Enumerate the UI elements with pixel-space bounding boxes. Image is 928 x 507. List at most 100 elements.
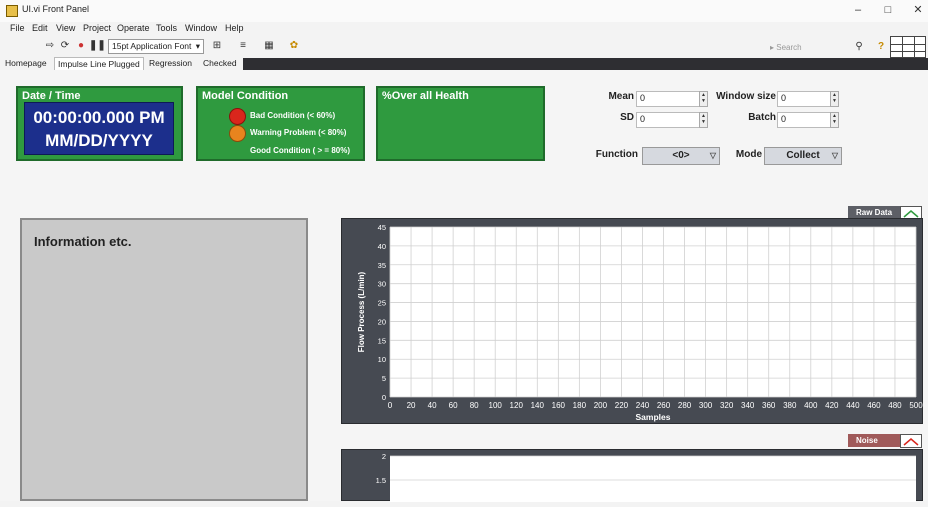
- batch-label: Batch: [748, 112, 776, 123]
- menu-window[interactable]: Window: [185, 23, 217, 33]
- date-value: MM/DD/YYYY: [45, 131, 153, 150]
- function-select[interactable]: <0> ▽: [642, 147, 720, 165]
- menu-tools[interactable]: Tools: [156, 23, 177, 33]
- x-tick-label: 440: [846, 401, 860, 410]
- align-objects-icon[interactable]: ⊞: [210, 40, 224, 52]
- model-condition-box: Model Condition Bad Condition (< 60%) Wa…: [196, 86, 365, 161]
- x-tick-label: 40: [428, 401, 437, 410]
- x-tick-label: 340: [741, 401, 755, 410]
- mean-field[interactable]: 0: [636, 91, 701, 107]
- run-arrow-icon[interactable]: ⇨: [43, 40, 57, 52]
- x-tick-label: 160: [552, 401, 566, 410]
- datetime-box: Date / Time 00:00:00.000 PM MM/DD/YYYY: [16, 86, 183, 161]
- y-tick-label: 45: [378, 223, 386, 232]
- noise-y-tick-label: 2: [382, 452, 386, 461]
- resize-objects-icon[interactable]: ▦: [262, 40, 276, 52]
- noise-swatch-line: [903, 438, 919, 446]
- noise-legend-label[interactable]: Noise: [848, 434, 906, 447]
- y-tick-label: 10: [378, 355, 386, 364]
- maximize-button[interactable]: □: [878, 2, 898, 18]
- tab-impulse-line-plugged[interactable]: Impulse Line Plugged: [54, 57, 144, 71]
- x-tick-label: 120: [510, 401, 524, 410]
- noise-chart: 1.52: [376, 452, 916, 507]
- x-tick-label: 200: [594, 401, 608, 410]
- x-tick-label: 480: [888, 401, 902, 410]
- y-tick-label: 40: [378, 242, 386, 251]
- y-tick-label: 20: [378, 317, 386, 326]
- overall-health-box: %Over all Health: [376, 86, 545, 161]
- datetime-display: 00:00:00.000 PM MM/DD/YYYY: [24, 102, 174, 155]
- noise-plot-area: [390, 456, 916, 507]
- x-tick-label: 300: [699, 401, 713, 410]
- mode-select[interactable]: Collect ▽: [764, 147, 842, 165]
- y-tick-label: 30: [378, 280, 386, 289]
- title-bar: UI.vi Front Panel – □ ✕: [0, 0, 928, 22]
- close-button[interactable]: ✕: [908, 2, 928, 18]
- menu-project[interactable]: Project: [83, 23, 111, 33]
- tab-regression[interactable]: Regression: [146, 57, 195, 70]
- reorder-icon[interactable]: ✿: [287, 40, 301, 52]
- batch-spinner[interactable]: ▲ ▼: [830, 112, 839, 128]
- connector-pane-icon[interactable]: [890, 36, 926, 58]
- search-icon[interactable]: ⚲: [852, 41, 866, 53]
- time-value: 00:00:00.000 PM: [33, 108, 165, 127]
- x-tick-label: 100: [489, 401, 503, 410]
- noise-plot-swatch[interactable]: [900, 434, 922, 448]
- menu-operate[interactable]: Operate: [117, 23, 150, 33]
- menu-edit[interactable]: Edit: [32, 23, 48, 33]
- pause-icon[interactable]: ❚❚: [89, 40, 106, 52]
- x-tick-label: 460: [867, 401, 881, 410]
- datetime-title: Date / Time: [22, 90, 81, 102]
- x-tick-label: 220: [615, 401, 629, 410]
- bad-condition-label: Bad Condition (< 60%): [250, 111, 336, 120]
- batch-field[interactable]: 0: [777, 112, 832, 128]
- warning-condition-led: [229, 125, 246, 142]
- y-tick-label: 35: [378, 261, 386, 270]
- raw-data-graph[interactable]: 0 20 40 60 80 100 120 140 160 180 200 220 240 260 280 3…: [341, 218, 923, 424]
- window-size-label: Window size: [716, 91, 776, 102]
- x-tick-label: 240: [636, 401, 650, 410]
- sd-field[interactable]: 0: [636, 112, 701, 128]
- x-tick-label: 400: [804, 401, 818, 410]
- warning-condition-label: Warning Problem (< 80%): [250, 128, 347, 137]
- information-panel: Information etc.: [20, 218, 308, 501]
- y-tick-label: 25: [378, 299, 386, 308]
- tab-checked[interactable]: Checked: [200, 57, 240, 70]
- x-tick-label: 260: [657, 401, 671, 410]
- window-title: UI.vi Front Panel: [22, 4, 90, 14]
- window-size-spinner[interactable]: ▲ ▼: [830, 91, 839, 107]
- menu-view[interactable]: View: [56, 23, 75, 33]
- menu-bar: File Edit View Project Operate Tools Win…: [0, 21, 928, 37]
- x-tick-label: 280: [678, 401, 692, 410]
- overall-health-title: %Over all Health: [382, 90, 469, 102]
- y-axis-label: Flow Process (L/min): [357, 271, 366, 352]
- information-title: Information etc.: [34, 234, 132, 249]
- distribute-objects-icon[interactable]: ≡: [236, 40, 250, 52]
- tab-homepage[interactable]: Homepage: [2, 57, 50, 70]
- menu-help[interactable]: Help: [225, 23, 244, 33]
- x-tick-label: 380: [783, 401, 797, 410]
- abort-icon[interactable]: ●: [74, 40, 88, 52]
- function-label: Function: [595, 149, 638, 160]
- mode-label: Mode: [735, 149, 762, 160]
- x-tick-label: 500: [909, 401, 923, 410]
- x-tick-label: 320: [720, 401, 734, 410]
- x-tick-label: 80: [470, 401, 479, 410]
- tab-strip: [243, 58, 928, 70]
- help-icon[interactable]: ?: [874, 41, 888, 53]
- sd-label: SD: [620, 112, 634, 123]
- minimize-button[interactable]: –: [848, 2, 868, 18]
- x-tick-label: 0: [388, 401, 393, 410]
- noise-y-tick-label: 1.5: [376, 476, 386, 485]
- run-continuously-icon[interactable]: ⟳: [58, 40, 72, 52]
- labview-app-icon: [6, 5, 18, 17]
- window-size-field[interactable]: 0: [777, 91, 832, 107]
- menu-file[interactable]: File: [10, 23, 25, 33]
- x-tick-label: 60: [449, 401, 458, 410]
- noise-graph[interactable]: 1.5 2: [341, 449, 923, 507]
- font-select[interactable]: 15pt Application Font ▾: [108, 39, 204, 54]
- x-tick-label: 180: [573, 401, 587, 410]
- bad-condition-led: [229, 108, 246, 125]
- x-axis-label: Samples: [636, 412, 671, 422]
- x-tick-label: 140: [531, 401, 545, 410]
